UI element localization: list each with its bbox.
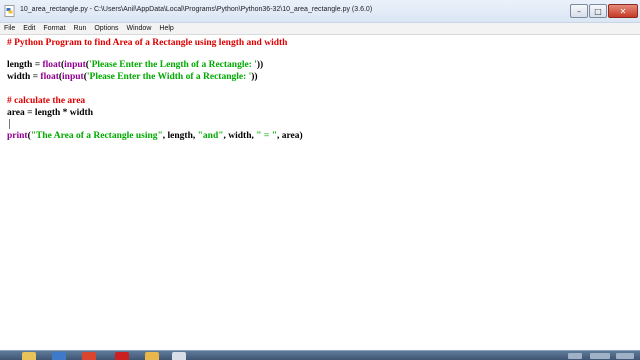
menu-options[interactable]: Options (94, 23, 118, 35)
menu-run[interactable]: Run (74, 23, 87, 35)
string-token: "and" (197, 131, 224, 141)
window-title: 10_area_rectangle.py - C:\Users\Anil\App… (20, 6, 373, 13)
code-line-4: # calculate the area (7, 95, 85, 107)
code-token: width = (7, 72, 41, 82)
code-line-2: length = float(input('Please Enter the L… (7, 59, 263, 71)
folder-icon[interactable] (145, 352, 159, 360)
menu-file[interactable]: File (4, 23, 15, 35)
menu-edit[interactable]: Edit (23, 23, 35, 35)
string-token: "The Area of a Rectangle using" (30, 131, 163, 141)
code-token: area = length * width (7, 108, 93, 118)
idle-icon[interactable] (172, 352, 186, 360)
code-line-3: width = float(input('Please Enter the Wi… (7, 71, 258, 83)
code-token: )) (251, 72, 258, 82)
maximize-button[interactable]: □ (589, 4, 607, 18)
builtin-token: input (62, 72, 84, 82)
code-token: , area) (276, 131, 303, 141)
string-token: 'Please Enter the Length of a Rectangle:… (88, 60, 257, 70)
office-icon[interactable] (82, 352, 96, 360)
taskbar (0, 350, 640, 360)
code-editor[interactable]: # Python Program to find Area of a Recta… (0, 36, 640, 350)
comment-token: # Python Program to find Area of a Recta… (7, 38, 288, 48)
tray-icon[interactable] (590, 353, 610, 359)
python-file-icon (4, 5, 15, 17)
menu-help[interactable]: Help (159, 23, 173, 35)
opera-icon[interactable] (115, 352, 129, 360)
window-controls: – □ ✕ (570, 4, 638, 18)
code-token: , width, (223, 131, 257, 141)
tray-icon[interactable] (616, 353, 634, 359)
windows-explorer-icon[interactable] (22, 352, 36, 360)
code-line-1: # Python Program to find Area of a Recta… (7, 37, 287, 49)
text-cursor (9, 119, 10, 129)
string-token: " = " (256, 131, 277, 141)
menu-bar: File Edit Format Run Options Window Help (0, 23, 640, 35)
code-token: , length, (162, 131, 198, 141)
minimize-button[interactable]: – (570, 4, 588, 18)
code-line-5: area = length * width (7, 107, 93, 119)
code-token: )) (256, 60, 264, 70)
builtin-token: input (64, 60, 86, 70)
builtin-token: float (42, 60, 61, 70)
menu-window[interactable]: Window (126, 23, 151, 35)
tray-icon[interactable] (568, 353, 582, 359)
python-shell-icon[interactable] (52, 352, 66, 360)
title-bar: 10_area_rectangle.py - C:\Users\Anil\App… (0, 0, 640, 23)
menu-format[interactable]: Format (43, 23, 65, 35)
comment-token: # calculate the area (7, 96, 86, 106)
builtin-token: float (40, 72, 59, 82)
code-line-6: print("The Area of a Rectangle using", l… (7, 130, 303, 142)
builtin-token: print (7, 131, 28, 141)
code-token: length = (7, 60, 43, 70)
string-token: 'Please Enter the Width of a Rectangle: … (86, 72, 252, 82)
close-button[interactable]: ✕ (608, 4, 638, 18)
